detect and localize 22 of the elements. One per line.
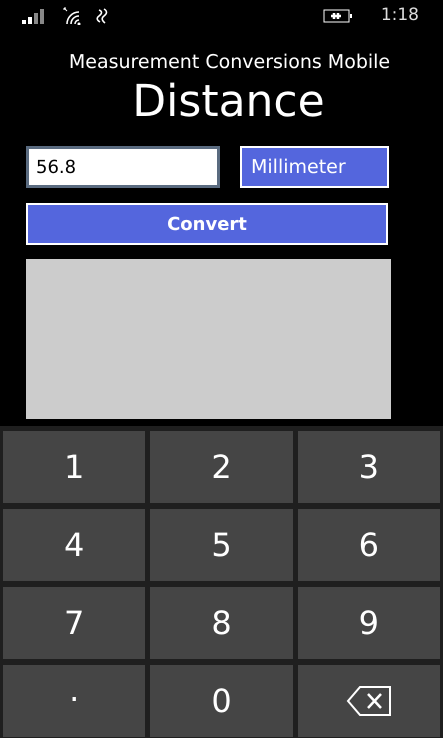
- key-button[interactable]: 4: [3, 509, 146, 581]
- battery-charging-icon: [322, 9, 353, 23]
- key-button[interactable]: 0: [150, 665, 293, 737]
- key-button[interactable]: 7: [3, 587, 146, 659]
- key-button[interactable]: 2: [150, 431, 293, 503]
- app-title: Measurement Conversions Mobile: [68, 50, 392, 75]
- nfc-icon: [96, 7, 110, 25]
- key-button[interactable]: 1: [3, 431, 146, 503]
- backspace-icon: [346, 685, 392, 717]
- unit-dropdown[interactable]: Millimeter: [240, 146, 389, 188]
- key-button[interactable]: 6: [298, 509, 440, 581]
- key-button[interactable]: .: [3, 665, 146, 737]
- convert-button[interactable]: Convert: [26, 203, 388, 245]
- key-button[interactable]: 3: [298, 431, 440, 503]
- wifi-icon: [62, 7, 82, 25]
- key-button[interactable]: 9: [298, 587, 440, 659]
- key-button[interactable]: 8: [150, 587, 293, 659]
- backspace-button[interactable]: [298, 665, 440, 737]
- key-button[interactable]: 5: [150, 509, 293, 581]
- page-title: Distance: [131, 76, 326, 128]
- clock-time: 1:18: [380, 4, 419, 28]
- value-input-field[interactable]: 56.8: [26, 146, 220, 188]
